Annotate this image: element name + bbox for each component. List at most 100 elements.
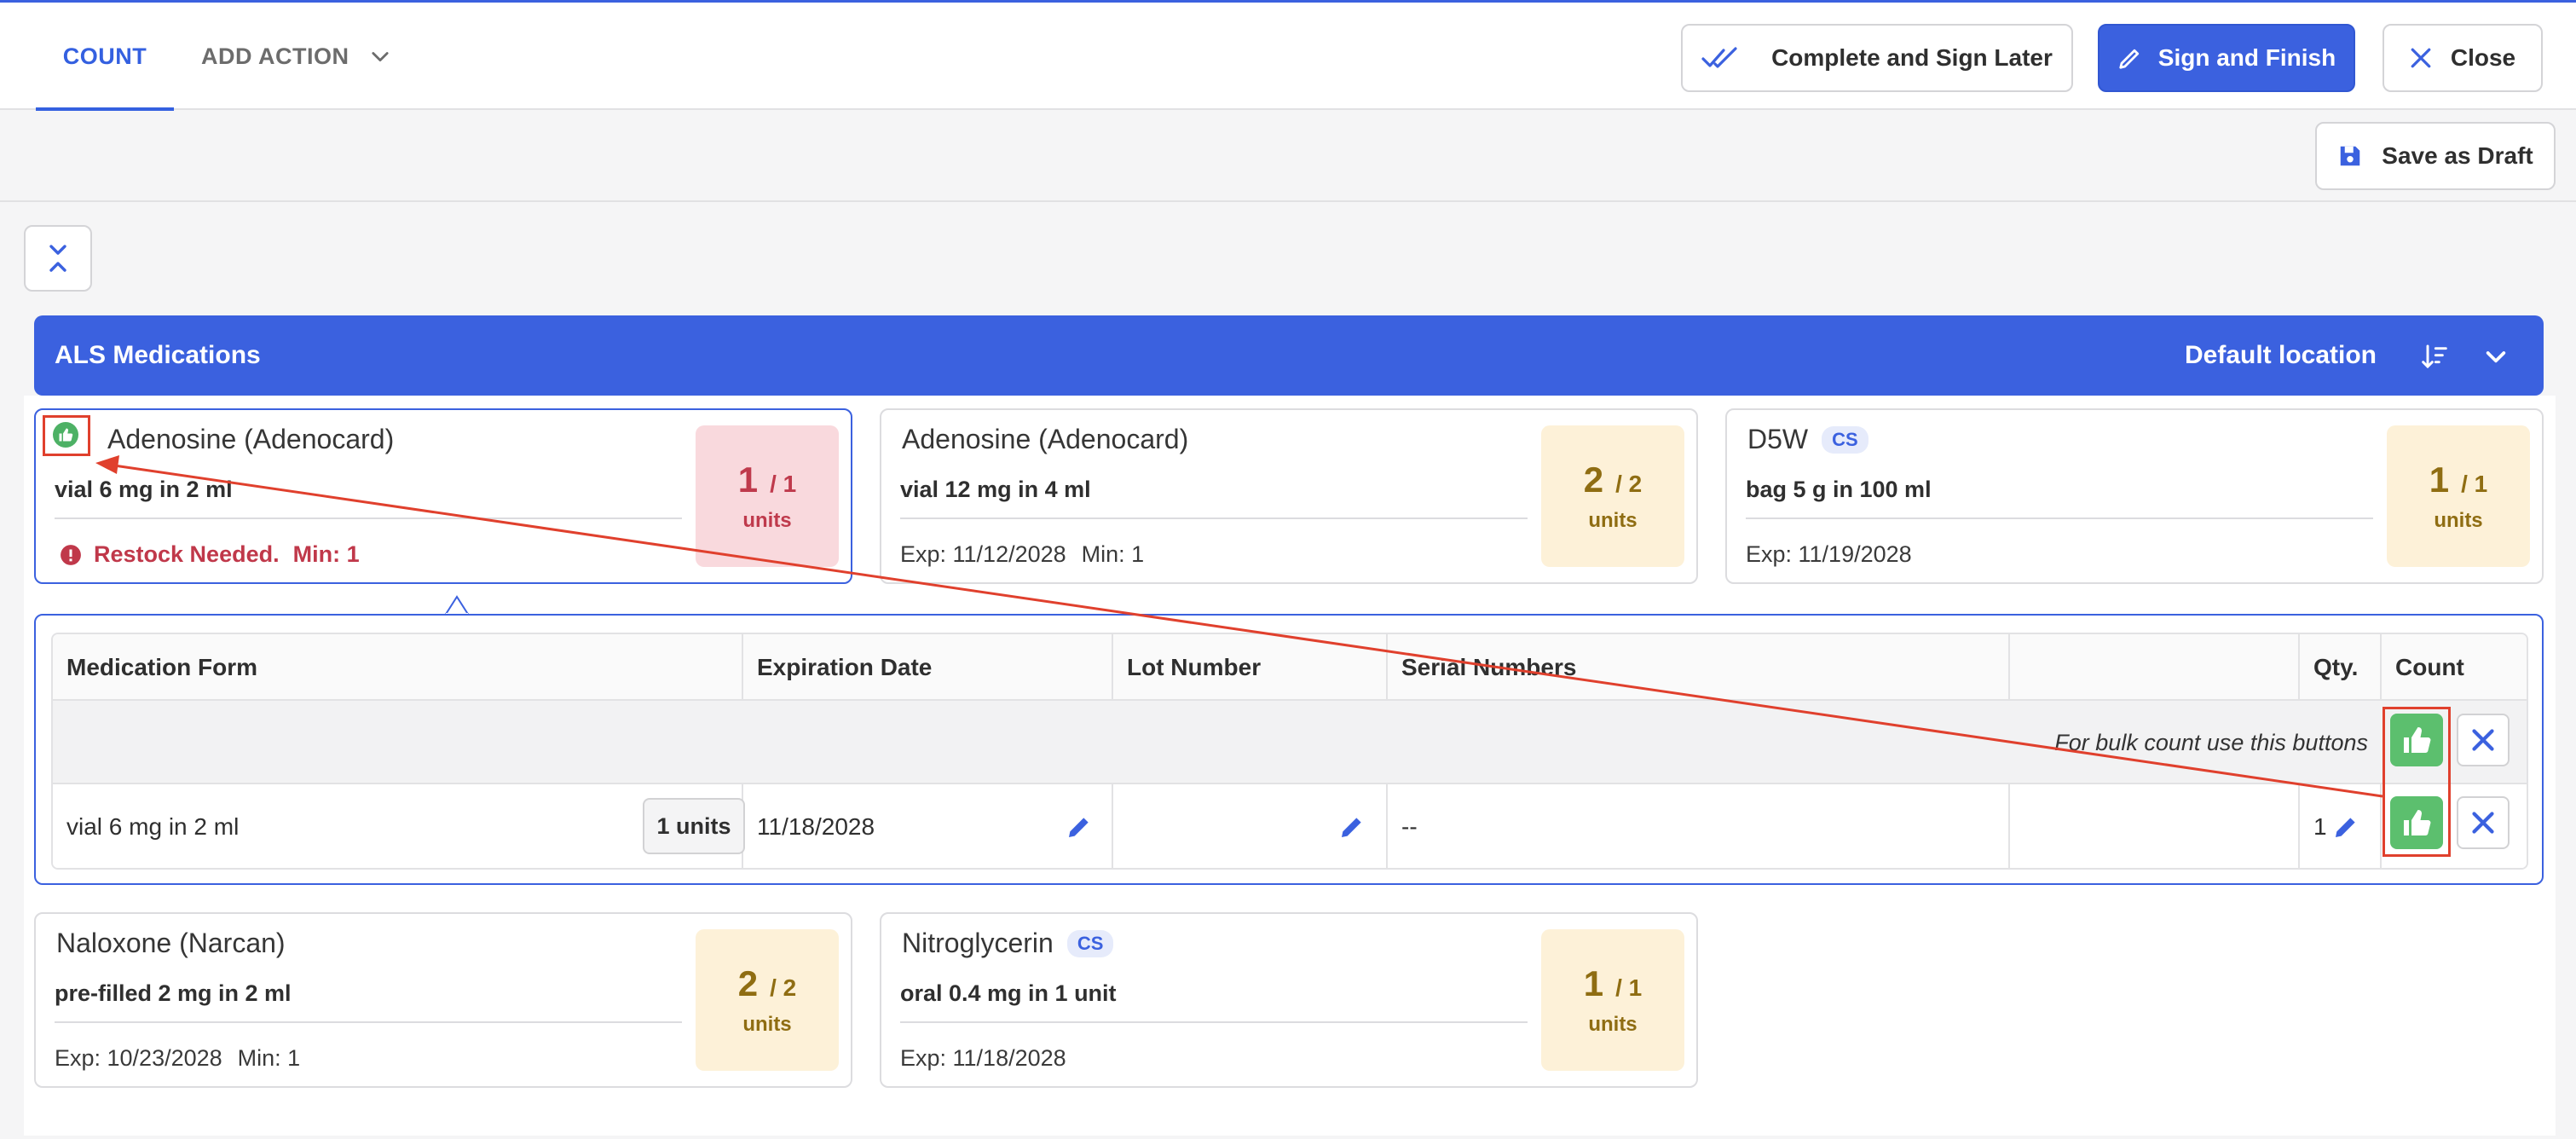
section-location: Default location	[2184, 341, 2377, 369]
tab-add-action-label: ADD ACTION	[201, 43, 349, 69]
card-expiration: Exp: 11/19/2028	[1746, 541, 1912, 568]
save-icon	[2341, 146, 2360, 166]
quantity-total: / 1	[1615, 974, 1643, 1001]
complete-sign-later-button[interactable]: Complete and Sign Later	[1681, 24, 2073, 92]
card-expiration: Exp: 11/18/2028	[900, 1045, 1066, 1072]
section-header[interactable]: ALS Medications Default location	[34, 315, 2544, 396]
cell-blank	[2010, 784, 2300, 868]
info-icon	[61, 544, 81, 565]
card-medication-name: D5W CS	[1747, 424, 1868, 455]
quantity-total: / 2	[770, 974, 797, 1001]
quantity-unit: units	[1588, 1013, 1637, 1036]
pencil-icon	[2119, 49, 2139, 69]
active-tab-underline	[36, 107, 174, 111]
sub-toolbar	[0, 112, 2576, 202]
tab-add-action[interactable]: ADD ACTION	[201, 3, 392, 110]
restock-text: Restock Needed.	[94, 541, 280, 567]
col-serial-numbers: Serial Numbers	[1388, 634, 2010, 701]
close-label: Close	[2450, 44, 2516, 71]
units-selector[interactable]: 1 units	[643, 798, 745, 854]
row-form-text: vial 6 mg in 2 ml	[66, 813, 240, 840]
complete-sign-later-label: Complete and Sign Later	[1771, 44, 2053, 71]
card-divider	[55, 1021, 682, 1023]
tab-count[interactable]: COUNT	[36, 3, 174, 111]
quantity-count: 2	[1583, 460, 1604, 500]
card-exp-date: Exp: 11/18/2028	[900, 1045, 1066, 1071]
quantity-badge: 2 / 2 units	[696, 929, 839, 1071]
card-medication-name: Nitroglycerin CS	[902, 928, 1114, 959]
quantity-badge: 1 / 1 units	[1541, 929, 1684, 1071]
card-medication-form: pre-filled 2 mg in 2 ml	[55, 980, 292, 1006]
row-qty-text: 1	[2313, 813, 2327, 840]
quantity-unit: units	[1588, 509, 1637, 532]
card-medication-form: vial 6 mg in 2 ml	[55, 477, 233, 502]
card-min: Min: 1	[1081, 541, 1145, 567]
inventory-table: Medication Form Expiration Date Lot Numb…	[51, 633, 2528, 870]
row-expiration-text: 11/18/2028	[757, 813, 875, 840]
col-count: Count	[2395, 654, 2464, 680]
quantity-total: / 2	[1615, 471, 1643, 497]
thumbs-up-icon	[59, 428, 73, 442]
sort-icon[interactable]	[2421, 343, 2448, 370]
edit-expiration-pencil-icon[interactable]	[1066, 813, 1093, 841]
close-icon	[2472, 729, 2494, 751]
cell-qty: 1	[2300, 784, 2382, 868]
close-icon	[2411, 48, 2431, 68]
medication-card[interactable]: Nitroglycerin CS oral 0.4 mg in 1 unit Ex…	[880, 912, 1698, 1088]
card-min: Min: 1	[237, 1045, 301, 1071]
cs-badge: CS	[1822, 425, 1868, 454]
card-exp-date: Exp: 11/19/2028	[1746, 541, 1912, 567]
medication-card[interactable]: Adenosine (Adenocard) vial 6 mg in 2 ml …	[34, 408, 852, 584]
bulk-reject-count-button[interactable]	[2457, 714, 2510, 766]
quantity-count: 1	[2429, 460, 2450, 500]
double-check-icon	[1701, 47, 1737, 68]
card-exp-date: Exp: 11/12/2028	[900, 541, 1066, 567]
card-medication-form: oral 0.4 mg in 1 unit	[900, 980, 1117, 1006]
edit-lot-pencil-icon[interactable]	[1338, 813, 1366, 841]
medication-card[interactable]: Adenosine (Adenocard) vial 12 mg in 4 ml…	[880, 408, 1698, 584]
counted-status-icon	[53, 422, 78, 448]
col-blank	[2010, 634, 2300, 701]
sign-finish-button[interactable]: Sign and Finish	[2098, 24, 2355, 92]
quantity-unit: units	[2434, 509, 2483, 532]
card-expiration: Exp: 11/12/2028 Min: 1	[900, 541, 1144, 568]
edit-qty-pencil-icon[interactable]	[2332, 813, 2359, 841]
quantity-total: / 1	[770, 471, 797, 497]
quantity-total: / 1	[2461, 471, 2488, 497]
header-bar: COUNT ADD ACTION Complete and Sign Later…	[0, 3, 2576, 111]
bulk-count-hint: For bulk count use this buttons	[2054, 729, 2368, 755]
cell-medication-form: vial 6 mg in 2 ml 1 units	[53, 784, 745, 868]
card-medication-name-text: Nitroglycerin	[902, 928, 1054, 958]
col-medication-form: Medication Form	[53, 634, 743, 701]
tab-count-label: COUNT	[62, 43, 147, 69]
close-button[interactable]: Close	[2383, 24, 2543, 92]
col-lot-number: Lot Number	[1113, 634, 1388, 701]
detail-pointer	[445, 595, 469, 616]
quantity-badge: 1 / 1 units	[696, 425, 839, 567]
card-medication-name: Naloxone (Narcan)	[56, 928, 286, 958]
card-divider	[900, 1021, 1528, 1023]
medication-card[interactable]: D5W CS bag 5 g in 100 ml Exp: 11/19/2028 …	[1725, 408, 2544, 584]
save-draft-button[interactable]: Save as Draft	[2315, 122, 2556, 190]
quantity-count: 1	[1583, 963, 1604, 1003]
chevron-down-icon	[371, 52, 389, 62]
collapse-all-button[interactable]	[24, 225, 92, 292]
medication-card[interactable]: Naloxone (Narcan) pre-filled 2 mg in 2 m…	[34, 912, 852, 1088]
card-medication-name-text: D5W	[1747, 424, 1809, 454]
card-exp-date: Exp: 10/23/2028	[55, 1045, 222, 1071]
cell-serial-numbers: --	[1388, 784, 2010, 868]
card-medication-name: Adenosine (Adenocard)	[902, 424, 1189, 454]
row-reject-count-button[interactable]	[2457, 796, 2510, 849]
card-expiration: Exp: 10/23/2028 Min: 1	[55, 1045, 300, 1072]
quantity-unit: units	[742, 1013, 792, 1036]
chevron-down-icon[interactable]	[2482, 343, 2510, 370]
cell-lot-number	[1113, 784, 1388, 868]
bulk-count-row: For bulk count use this buttons	[53, 701, 2527, 784]
quantity-count: 2	[737, 963, 759, 1003]
restock-min: Min: 1	[292, 541, 360, 567]
medication-detail-panel: Medication Form Expiration Date Lot Numb…	[34, 614, 2544, 885]
sign-finish-label: Sign and Finish	[2157, 44, 2336, 71]
table-header: Medication Form Expiration Date Lot Numb…	[53, 634, 2527, 701]
card-divider	[900, 517, 1528, 519]
annotation-highlight-box	[2383, 707, 2451, 857]
